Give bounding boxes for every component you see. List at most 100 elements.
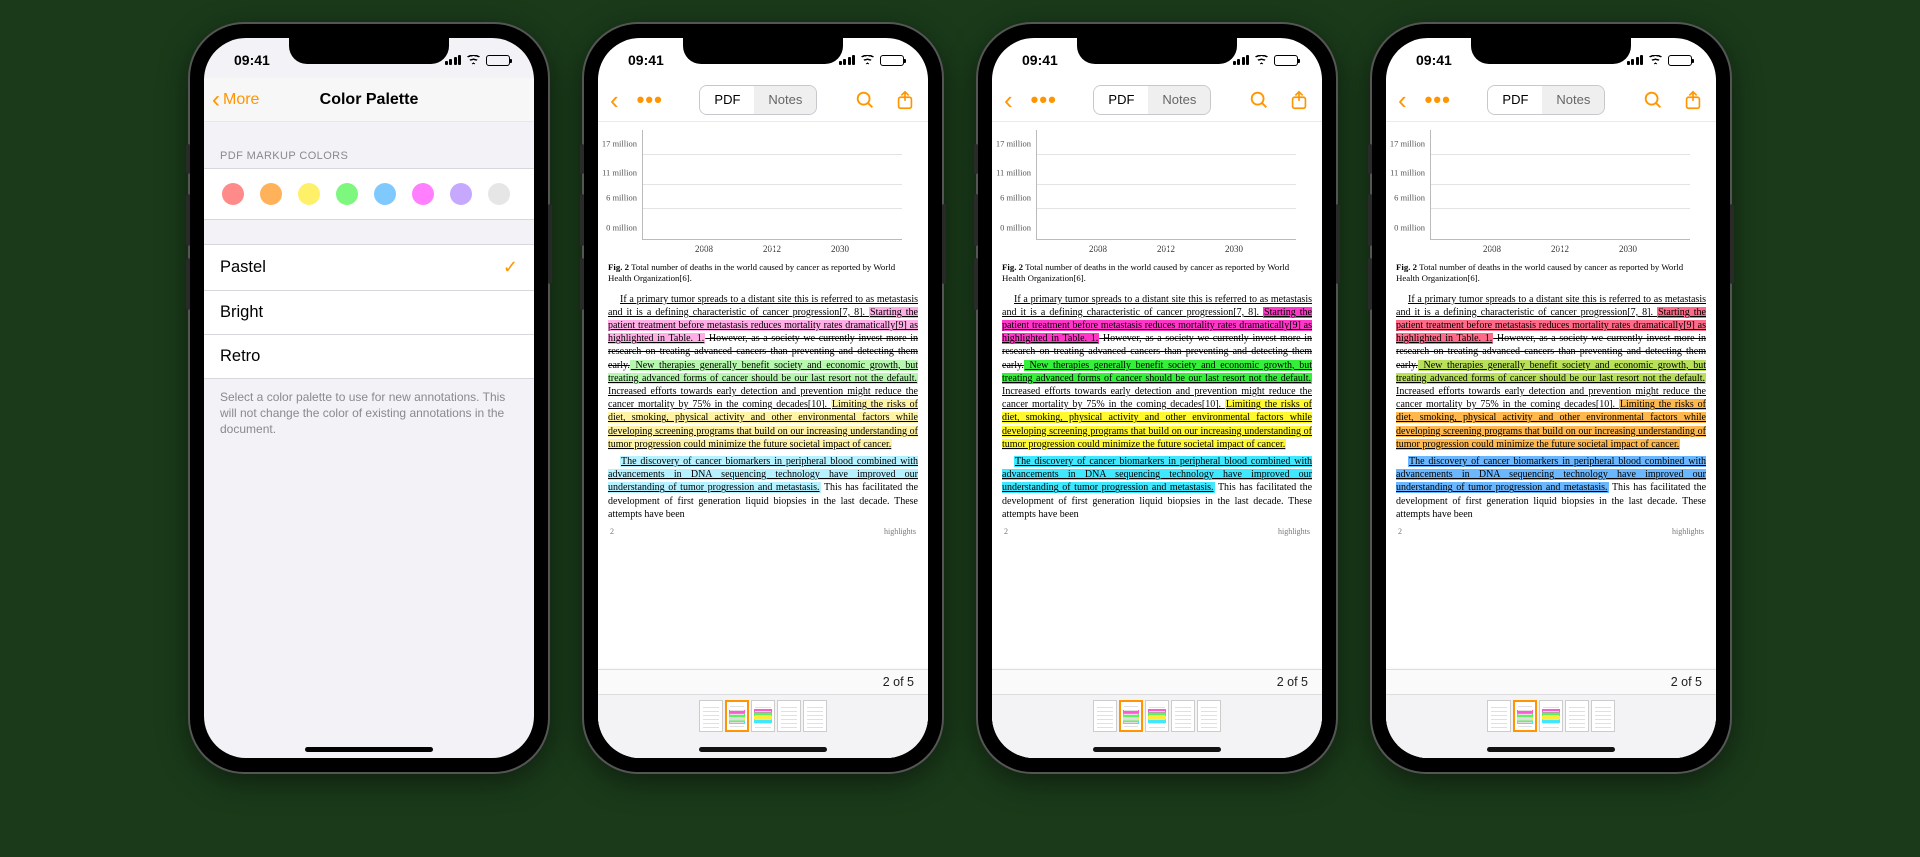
color-swatch[interactable] [336, 183, 358, 205]
home-indicator[interactable] [1487, 747, 1615, 752]
status-bar: 09:41 [1386, 38, 1716, 78]
page-number-mini: 2 [1004, 527, 1008, 538]
toolbar: ‹ ••• PDF Notes [992, 78, 1322, 122]
tab-pdf[interactable]: PDF [1094, 86, 1148, 114]
thumbnail[interactable] [1197, 700, 1221, 732]
color-swatch[interactable] [222, 183, 244, 205]
x-tick-label: 2030 [1606, 244, 1650, 256]
option-label: Bright [220, 303, 263, 322]
figure-caption: Fig. 2 Total number of deaths in the wor… [608, 262, 918, 285]
thumbnail[interactable] [1487, 700, 1511, 732]
thumbnail[interactable] [1093, 700, 1117, 732]
highlight-green: New therapies generally benefit society … [608, 360, 918, 384]
page-counter: 2 of 5 [1386, 669, 1716, 694]
palette-option-pastel[interactable]: Pastel✓ [204, 245, 534, 291]
view-mode-segment[interactable]: PDF Notes [1487, 85, 1605, 115]
search-icon[interactable] [1248, 89, 1270, 111]
paragraph-1: If a primary tumor spreads to a distant … [1396, 293, 1706, 451]
color-swatch[interactable] [488, 183, 510, 205]
y-tick-label: 0 million [606, 222, 637, 233]
wifi-icon [860, 55, 875, 66]
thumbnail[interactable] [1539, 700, 1563, 732]
thumbnail[interactable] [777, 700, 801, 732]
palette-option-bright[interactable]: Bright [204, 291, 534, 335]
thumbnail[interactable] [1171, 700, 1195, 732]
back-button[interactable]: ‹ [1004, 87, 1013, 113]
more-button[interactable]: ••• [1031, 87, 1057, 113]
page-number-mini: 2 [1398, 527, 1402, 538]
more-button[interactable]: ••• [637, 87, 663, 113]
search-icon[interactable] [854, 89, 876, 111]
battery-icon [1668, 55, 1692, 66]
nav-bar: ‹ More Color Palette [204, 78, 534, 122]
thumbnail[interactable] [803, 700, 827, 732]
wifi-icon [1648, 55, 1663, 66]
home-indicator[interactable] [699, 747, 827, 752]
thumbnail-current[interactable] [1513, 700, 1537, 732]
section-header: PDF MARKUP COLORS [204, 122, 534, 168]
tab-notes[interactable]: Notes [1148, 86, 1210, 114]
battery-icon [880, 55, 904, 66]
thumbnail[interactable] [751, 700, 775, 732]
status-bar: 09:41 [598, 38, 928, 78]
pdf-page[interactable]: 0 million6 million11 million17 million 1… [1386, 122, 1716, 758]
wifi-icon [1254, 55, 1269, 66]
pdf-page[interactable]: 0 million6 million11 million17 million 1… [598, 122, 928, 758]
bar-value-label: 12,7 [1091, 241, 1106, 252]
home-indicator[interactable] [305, 747, 433, 752]
bar-value-label: 12,7 [1485, 241, 1500, 252]
tab-notes[interactable]: Notes [1542, 86, 1604, 114]
tab-pdf[interactable]: PDF [700, 86, 754, 114]
more-button[interactable]: ••• [1425, 87, 1451, 113]
device-frame-3: 09:41 ‹ ••• PDF Notes [978, 24, 1336, 772]
y-tick-label: 17 million [1390, 138, 1425, 149]
palette-option-retro[interactable]: Retro [204, 335, 534, 379]
back-button[interactable]: ‹ [1398, 87, 1407, 113]
device-frame-1: 09:41 ‹ More Color Palette PDF MARKUP CO… [190, 24, 548, 772]
figure-caption: Fig. 2 Total number of deaths in the wor… [1396, 262, 1706, 285]
y-tick-label: 17 million [996, 138, 1031, 149]
checkmark-icon: ✓ [503, 257, 518, 278]
y-tick-label: 17 million [602, 138, 637, 149]
x-tick-label: 2030 [818, 244, 862, 256]
x-tick-label: 2030 [1212, 244, 1256, 256]
watermark: highlights [1278, 527, 1310, 538]
view-mode-segment[interactable]: PDF Notes [1093, 85, 1211, 115]
device-frame-2: 09:41 ‹ ••• PDF Notes [584, 24, 942, 772]
share-icon[interactable] [1682, 89, 1704, 111]
thumbnail[interactable] [1591, 700, 1615, 732]
status-time: 09:41 [1022, 48, 1058, 68]
thumbnail-current[interactable] [725, 700, 749, 732]
page-counter: 2 of 5 [598, 669, 928, 694]
page-number-mini: 2 [610, 527, 614, 538]
share-icon[interactable] [894, 89, 916, 111]
thumbnail[interactable] [699, 700, 723, 732]
color-swatch[interactable] [374, 183, 396, 205]
color-swatch[interactable] [260, 183, 282, 205]
chart: 0 million6 million11 million17 million 1… [1430, 130, 1690, 256]
color-swatch[interactable] [298, 183, 320, 205]
tab-notes[interactable]: Notes [754, 86, 816, 114]
toolbar: ‹ ••• PDF Notes [598, 78, 928, 122]
device-frame-4: 09:41 ‹ ••• PDF Notes [1372, 24, 1730, 772]
color-swatch[interactable] [450, 183, 472, 205]
chart: 0 million6 million11 million17 million 1… [1036, 130, 1296, 256]
pdf-page[interactable]: 0 million6 million11 million17 million 1… [992, 122, 1322, 758]
page-counter: 2 of 5 [992, 669, 1322, 694]
cellular-icon [1233, 55, 1250, 65]
back-button[interactable]: ‹ [610, 87, 619, 113]
wifi-icon [466, 55, 481, 66]
color-swatch[interactable] [412, 183, 434, 205]
home-indicator[interactable] [1093, 747, 1221, 752]
bar-value-label: 12,7 [697, 241, 712, 252]
color-swatches-row [204, 168, 534, 220]
footer-note: Select a color palette to use for new an… [204, 379, 534, 448]
tab-pdf[interactable]: PDF [1488, 86, 1542, 114]
search-icon[interactable] [1642, 89, 1664, 111]
thumbnail[interactable] [1565, 700, 1589, 732]
thumbnail-current[interactable] [1119, 700, 1143, 732]
share-icon[interactable] [1288, 89, 1310, 111]
thumbnail[interactable] [1145, 700, 1169, 732]
view-mode-segment[interactable]: PDF Notes [699, 85, 817, 115]
toolbar: ‹ ••• PDF Notes [1386, 78, 1716, 122]
